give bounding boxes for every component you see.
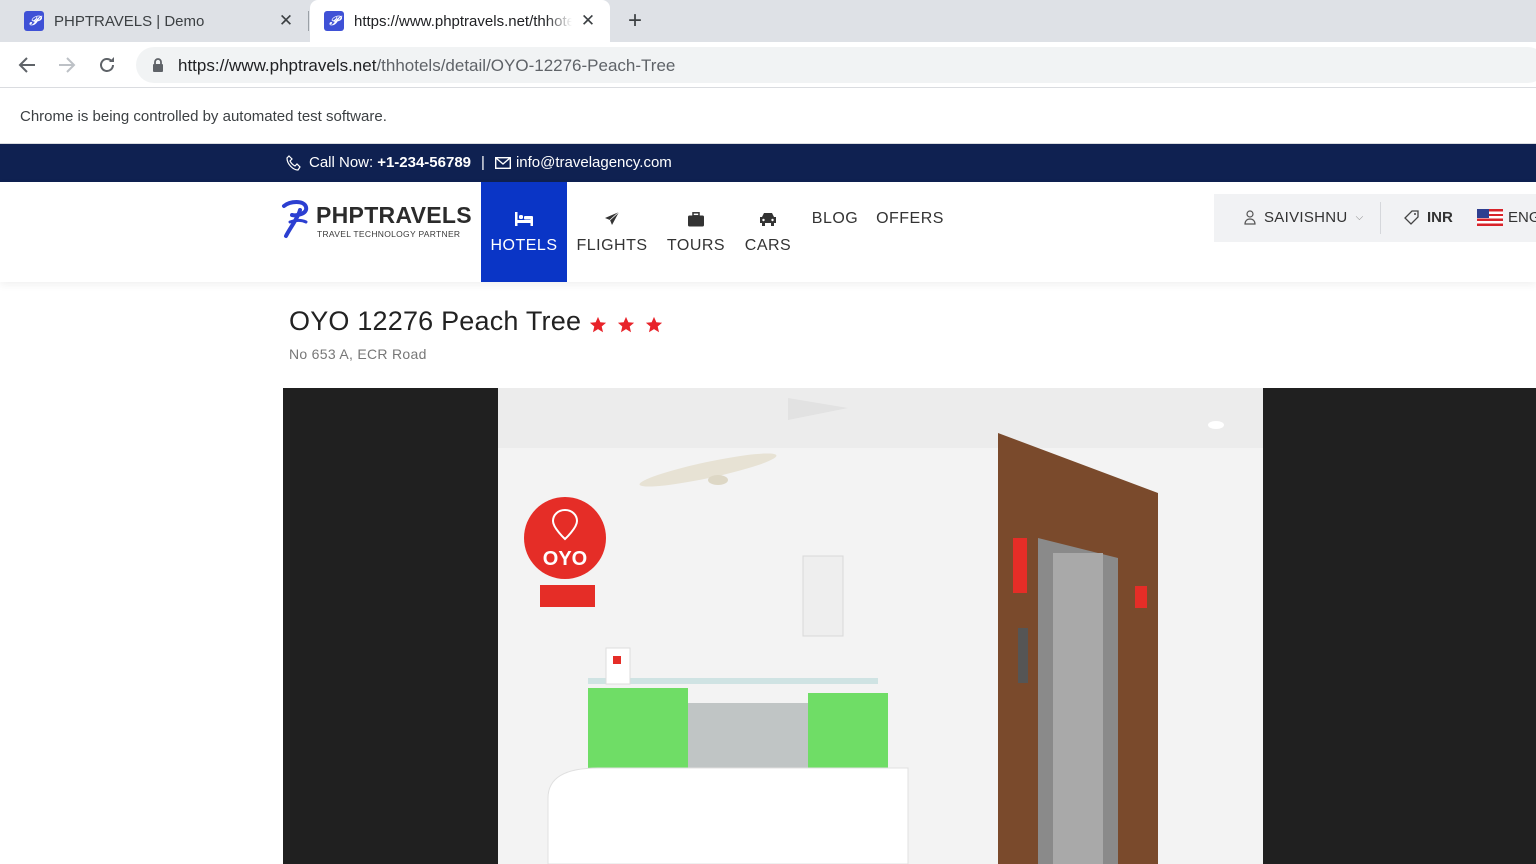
us-flag-icon bbox=[1477, 209, 1503, 226]
hotel-title-row: OYO 12276 Peach Tree bbox=[289, 306, 673, 337]
nav-offers[interactable]: OFFERS bbox=[876, 182, 943, 282]
tag-icon bbox=[1404, 210, 1419, 225]
user-navigation: SAIVISHNU ⌵ INR ENG bbox=[1214, 194, 1536, 242]
phptravels-logo-mark-icon bbox=[282, 200, 309, 238]
hotel-lobby-photo: OYO bbox=[498, 388, 1263, 864]
tab-title: PHPTRAVELS | Demo bbox=[54, 12, 205, 30]
url-host: https://www.phptravels.net bbox=[178, 56, 377, 75]
currency-selector[interactable]: INR bbox=[1404, 209, 1453, 226]
nav-cars[interactable]: CARS bbox=[744, 182, 792, 282]
nav-cars-label: CARS bbox=[744, 237, 792, 254]
nav-blog-label: BLOG bbox=[811, 210, 859, 227]
bed-icon bbox=[514, 210, 534, 228]
close-tab-icon[interactable]: ✕ bbox=[276, 11, 296, 31]
call-now-label: Call Now: bbox=[309, 154, 374, 171]
infobar-text: Chrome is being controlled by automated … bbox=[20, 108, 387, 125]
nav-hotels-label: HOTELS bbox=[490, 237, 558, 254]
phptravels-logo[interactable]: PHPTRAVELS TRAVEL TECHNOLOGY PARTNER bbox=[280, 200, 472, 240]
forward-arrow-icon[interactable] bbox=[54, 52, 80, 78]
lock-icon bbox=[153, 58, 163, 72]
tab-title: https://www.phptravels.net/thhotels/deta… bbox=[354, 12, 572, 30]
site-header: PHPTRAVELS TRAVEL TECHNOLOGY PARTNER HOT… bbox=[0, 182, 1536, 282]
phone-icon bbox=[286, 154, 301, 171]
tab-divider bbox=[308, 11, 309, 31]
account-dropdown[interactable]: SAIVISHNU ⌵ bbox=[1244, 209, 1363, 226]
hotel-address: No 653 A, ECR Road bbox=[289, 346, 427, 362]
email-link[interactable]: info@travelagency.com bbox=[516, 154, 672, 171]
gallery-next-panel[interactable] bbox=[1317, 388, 1536, 864]
browser-toolbar: https://www.phptravels.net/thhotels/deta… bbox=[0, 42, 1536, 88]
nav-blog[interactable]: BLOG bbox=[812, 182, 858, 282]
browser-tabstrip: 𝒫 PHPTRAVELS | Demo ✕ 𝒫 https://www.phpt… bbox=[0, 0, 1536, 42]
topbar-separator: | bbox=[481, 154, 485, 171]
nav-flights[interactable]: FLIGHTS bbox=[576, 182, 648, 282]
usernav-divider bbox=[1380, 202, 1381, 234]
star-rating bbox=[589, 316, 673, 334]
star-icon bbox=[646, 316, 663, 332]
back-arrow-icon[interactable] bbox=[14, 52, 40, 78]
phptravels-favicon-icon: 𝒫 bbox=[324, 11, 344, 31]
reload-icon[interactable] bbox=[94, 52, 120, 78]
contact-topbar: Call Now: +1-234-56789 | info@travelagen… bbox=[0, 144, 1536, 182]
nav-flights-label: FLIGHTS bbox=[576, 237, 648, 254]
user-icon bbox=[1244, 210, 1256, 225]
language-code: ENG bbox=[1508, 209, 1536, 226]
nav-tours[interactable]: TOURS bbox=[666, 182, 726, 282]
automation-infobar: Chrome is being controlled by automated … bbox=[0, 89, 1536, 144]
address-bar[interactable]: https://www.phptravels.net/thhotels/deta… bbox=[136, 47, 1536, 83]
close-tab-icon[interactable]: ✕ bbox=[578, 11, 598, 31]
phptravels-favicon-icon: 𝒫 bbox=[24, 11, 44, 31]
nav-offers-label: OFFERS bbox=[876, 210, 944, 227]
star-icon bbox=[590, 316, 607, 332]
url-text: https://www.phptravels.net/thhotels/deta… bbox=[178, 56, 675, 76]
logo-tagline: TRAVEL TECHNOLOGY PARTNER bbox=[317, 229, 461, 239]
nav-tours-label: TOURS bbox=[666, 237, 726, 254]
phone-number[interactable]: +1-234-56789 bbox=[377, 154, 471, 171]
logo-brand-text: PHPTRAVELS bbox=[316, 202, 472, 228]
currency-code: INR bbox=[1427, 209, 1453, 226]
svg-text:OYO: OYO bbox=[543, 548, 587, 570]
new-tab-plus-icon[interactable]: + bbox=[622, 7, 648, 34]
car-icon bbox=[759, 210, 777, 228]
language-selector[interactable]: ENG bbox=[1477, 209, 1536, 226]
chevron-down-icon: ⌵ bbox=[1355, 212, 1364, 223]
star-icon bbox=[618, 316, 635, 332]
browser-tab-phptravels-demo[interactable]: 𝒫 PHPTRAVELS | Demo ✕ bbox=[0, 0, 308, 42]
envelope-icon bbox=[494, 156, 511, 169]
user-name: SAIVISHNU bbox=[1264, 209, 1348, 226]
hotel-photo-gallery[interactable]: OYO bbox=[283, 388, 1317, 864]
browser-tab-hotel-detail[interactable]: 𝒫 https://www.phptravels.net/thhotels/de… bbox=[310, 0, 610, 42]
url-path: /thhotels/detail/OYO-12276-Peach-Tree bbox=[376, 56, 676, 75]
suitcase-icon bbox=[688, 210, 704, 228]
hotel-name: OYO 12276 Peach Tree bbox=[289, 306, 582, 336]
plane-icon bbox=[604, 210, 620, 228]
nav-hotels[interactable]: HOTELS bbox=[481, 182, 567, 282]
